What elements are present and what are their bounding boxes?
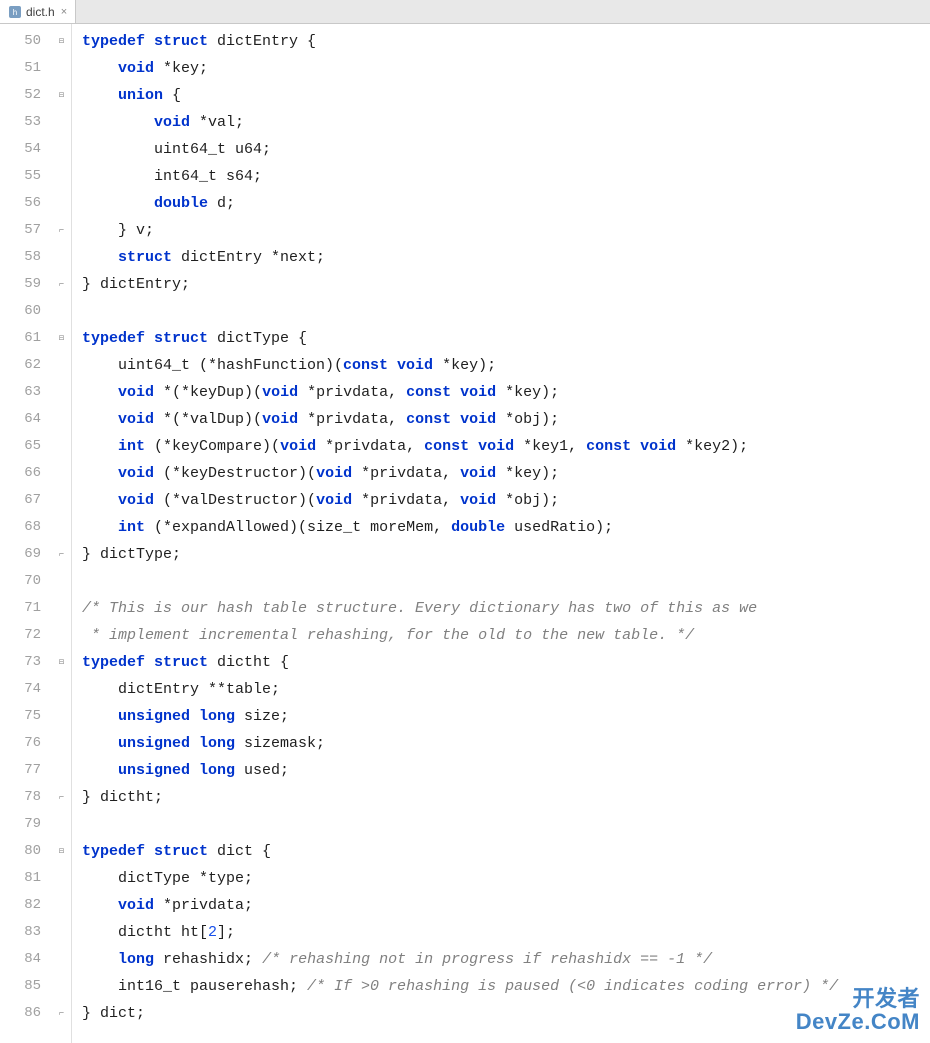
code-line[interactable] (82, 298, 930, 325)
c-header-file-icon: h (8, 5, 22, 19)
code-line[interactable]: void *(*keyDup)(void *privdata, const vo… (82, 379, 930, 406)
code-line[interactable]: long rehashidx; /* rehashing not in prog… (82, 946, 930, 973)
code-line[interactable]: void (*keyDestructor)(void *privdata, vo… (82, 460, 930, 487)
line-number: 75 (0, 703, 71, 730)
fold-open-icon[interactable]: ⊟ (56, 90, 67, 101)
line-number: 85 (0, 973, 71, 1000)
code-line[interactable]: * implement incremental rehashing, for t… (82, 622, 930, 649)
code-line[interactable]: dictEntry **table; (82, 676, 930, 703)
line-number: 51 (0, 55, 71, 82)
line-number: 53 (0, 109, 71, 136)
gutter: 50⊟5152⊟5354555657⌐5859⌐6061⊟62636465666… (0, 24, 72, 1043)
line-number: 80⊟ (0, 838, 71, 865)
code-line[interactable]: void *key; (82, 55, 930, 82)
code-line[interactable] (82, 811, 930, 838)
line-number: 73⊟ (0, 649, 71, 676)
code-line[interactable]: } v; (82, 217, 930, 244)
code-line[interactable]: unsigned long used; (82, 757, 930, 784)
line-number: 69⌐ (0, 541, 71, 568)
line-number: 67 (0, 487, 71, 514)
line-number: 68 (0, 514, 71, 541)
line-number: 64 (0, 406, 71, 433)
code-line[interactable]: } dictEntry; (82, 271, 930, 298)
fold-close-icon[interactable]: ⌐ (56, 279, 67, 290)
line-number: 57⌐ (0, 217, 71, 244)
line-number: 81 (0, 865, 71, 892)
tab-filename: dict.h (26, 5, 55, 19)
line-number: 50⊟ (0, 28, 71, 55)
code-line[interactable]: void *privdata; (82, 892, 930, 919)
fold-close-icon[interactable]: ⌐ (56, 225, 67, 236)
line-number: 54 (0, 136, 71, 163)
code-line[interactable]: uint64_t (*hashFunction)(const void *key… (82, 352, 930, 379)
code-line[interactable]: } dictht; (82, 784, 930, 811)
code-line[interactable]: int (*expandAllowed)(size_t moreMem, dou… (82, 514, 930, 541)
code-line[interactable]: void *(*valDup)(void *privdata, const vo… (82, 406, 930, 433)
line-number: 59⌐ (0, 271, 71, 298)
line-number: 70 (0, 568, 71, 595)
line-number: 82 (0, 892, 71, 919)
line-number: 83 (0, 919, 71, 946)
code-line[interactable]: void (*valDestructor)(void *privdata, vo… (82, 487, 930, 514)
code-line[interactable]: unsigned long size; (82, 703, 930, 730)
code-line[interactable]: unsigned long sizemask; (82, 730, 930, 757)
line-number: 58 (0, 244, 71, 271)
code-line[interactable]: typedef struct dictht { (82, 649, 930, 676)
line-number: 62 (0, 352, 71, 379)
code-line[interactable]: /* This is our hash table structure. Eve… (82, 595, 930, 622)
line-number: 63 (0, 379, 71, 406)
fold-open-icon[interactable]: ⊟ (56, 657, 67, 668)
line-number: 71 (0, 595, 71, 622)
code-line[interactable]: union { (82, 82, 930, 109)
watermark-line2: DevZe.CoM (796, 1010, 920, 1033)
line-number: 78⌐ (0, 784, 71, 811)
line-number: 65 (0, 433, 71, 460)
fold-open-icon[interactable]: ⊟ (56, 36, 67, 47)
line-number: 74 (0, 676, 71, 703)
fold-close-icon[interactable]: ⌐ (56, 549, 67, 560)
code-line[interactable]: void *val; (82, 109, 930, 136)
code-line[interactable]: double d; (82, 190, 930, 217)
watermark-line1: 开发者 (796, 987, 920, 1010)
code-line[interactable]: typedef struct dictEntry { (82, 28, 930, 55)
code-line[interactable]: int (*keyCompare)(void *privdata, const … (82, 433, 930, 460)
code-line[interactable] (82, 568, 930, 595)
fold-open-icon[interactable]: ⊟ (56, 846, 67, 857)
fold-open-icon[interactable]: ⊟ (56, 333, 67, 344)
line-number: 60 (0, 298, 71, 325)
line-number: 77 (0, 757, 71, 784)
svg-text:h: h (13, 8, 17, 17)
code-line[interactable]: dictht ht[2]; (82, 919, 930, 946)
line-number: 56 (0, 190, 71, 217)
line-number: 86⌐ (0, 1000, 71, 1027)
code-area[interactable]: typedef struct dictEntry { void *key; un… (72, 24, 930, 1043)
line-number: 52⊟ (0, 82, 71, 109)
code-line[interactable]: int64_t s64; (82, 163, 930, 190)
fold-close-icon[interactable]: ⌐ (56, 1008, 67, 1019)
line-number: 72 (0, 622, 71, 649)
line-number: 61⊟ (0, 325, 71, 352)
line-number: 79 (0, 811, 71, 838)
line-number: 84 (0, 946, 71, 973)
line-number: 76 (0, 730, 71, 757)
line-number: 55 (0, 163, 71, 190)
code-line[interactable]: } dictType; (82, 541, 930, 568)
code-line[interactable]: uint64_t u64; (82, 136, 930, 163)
code-line[interactable]: dictType *type; (82, 865, 930, 892)
code-editor[interactable]: 50⊟5152⊟5354555657⌐5859⌐6061⊟62636465666… (0, 24, 930, 1043)
watermark-logo: 开发者 DevZe.CoM (796, 987, 920, 1033)
close-icon[interactable]: × (61, 6, 67, 18)
file-tab[interactable]: h dict.h × (0, 0, 76, 23)
code-line[interactable]: typedef struct dict { (82, 838, 930, 865)
code-line[interactable]: typedef struct dictType { (82, 325, 930, 352)
line-number: 66 (0, 460, 71, 487)
tab-bar: h dict.h × (0, 0, 930, 24)
fold-close-icon[interactable]: ⌐ (56, 792, 67, 803)
code-line[interactable]: struct dictEntry *next; (82, 244, 930, 271)
